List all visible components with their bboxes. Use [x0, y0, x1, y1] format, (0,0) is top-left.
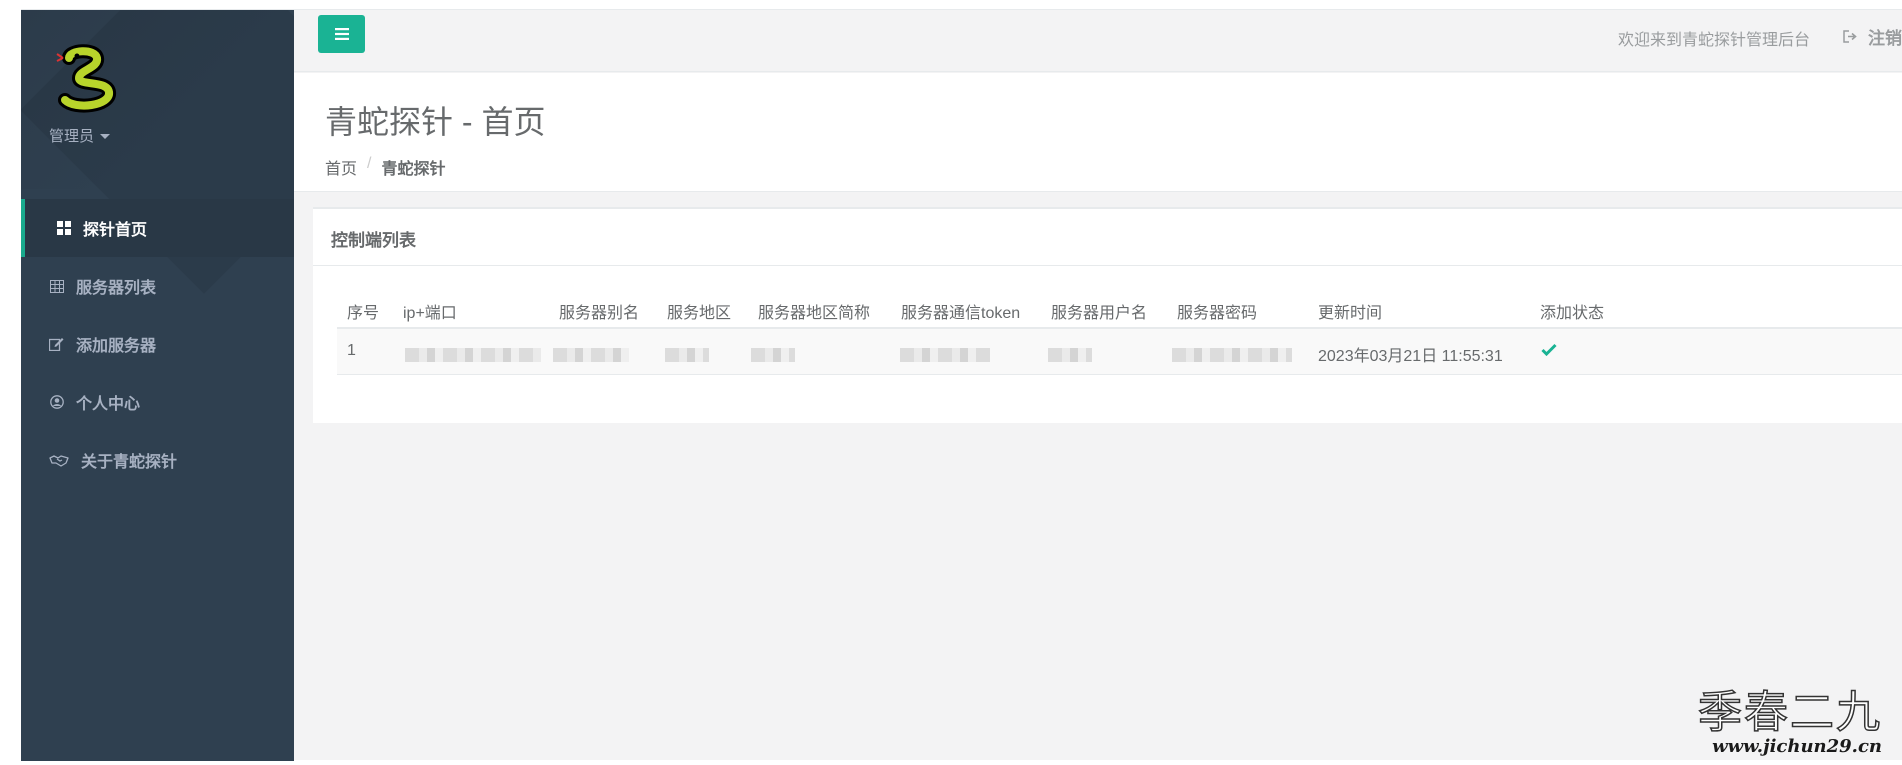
- sign-out-icon: [1843, 30, 1857, 43]
- redacted-username: [1048, 348, 1092, 362]
- column-header: 服务地区: [667, 305, 732, 322]
- redacted-ip-port: [405, 348, 541, 362]
- column-header: 服务器通信token: [901, 305, 1021, 322]
- menu-toggle-button[interactable]: [318, 15, 365, 53]
- logout-link[interactable]: 注销: [1843, 24, 1902, 49]
- redacted-alias: [553, 348, 629, 362]
- snake-logo-icon: [56, 44, 116, 113]
- edit-icon: [49, 337, 64, 352]
- breadcrumb: 首页 / 青蛇探针: [325, 155, 445, 179]
- page-heading: 青蛇探针 - 首页 首页 / 青蛇探针: [294, 73, 1902, 192]
- sidebar-item-profile[interactable]: 个人中心: [21, 373, 294, 431]
- watermark-url: www.jichun29.cn: [1712, 736, 1882, 757]
- caret-down-icon: [100, 134, 111, 139]
- panel-title: 控制端列表: [313, 209, 1902, 266]
- column-header: 更新时间: [1318, 305, 1383, 322]
- check-icon: [1541, 343, 1557, 356]
- row-index: 1: [347, 342, 356, 359]
- column-header: 服务器用户名: [1051, 305, 1148, 322]
- page-title: 青蛇探针 - 首页: [325, 104, 546, 140]
- sidebar-item-about[interactable]: 关于青蛇探针: [21, 431, 294, 489]
- breadcrumb-separator: /: [367, 155, 372, 172]
- breadcrumb-current: 青蛇探针: [381, 161, 446, 178]
- sidebar-item-add-server[interactable]: 添加服务器: [21, 315, 294, 373]
- controller-table: 序号 ip+端口 服务器别名 服务地区 服务器地区简称 服务器通信token 服…: [337, 287, 1902, 375]
- redacted-token: [900, 348, 990, 362]
- user-circle-icon: [49, 395, 64, 410]
- sidebar-nav: 探针首页 服务器列表 添加服务器 个人中心 关于青蛇探针: [21, 199, 294, 489]
- sidebar-item-label: 服务器列表: [76, 280, 157, 297]
- column-header: ip+端口: [403, 305, 457, 322]
- welcome-message: 欢迎来到青蛇探针管理后台: [1617, 32, 1810, 49]
- sidebar-item-home[interactable]: 探针首页: [21, 199, 294, 257]
- table-row[interactable]: 1 2023年03月21日 11:55:31: [337, 329, 1902, 375]
- sidebar-item-label: 探针首页: [83, 222, 148, 239]
- column-header: 服务器地区简称: [758, 305, 871, 322]
- app-frame: 管理员 探针首页 服务器列表 添加服务器 个人中心 关于青蛇探针 欢迎来到青蛇探…: [21, 9, 1902, 761]
- controller-list-panel: 控制端列表 序号 ip+端口 服务器别名 服务地区 服务器地区简称 服务器通信t…: [313, 207, 1902, 423]
- column-header: 服务器密码: [1177, 305, 1258, 322]
- breadcrumb-home[interactable]: 首页: [325, 155, 357, 179]
- sidebar-item-label: 个人中心: [76, 396, 141, 413]
- sidebar-item-server-list[interactable]: 服务器列表: [21, 257, 294, 315]
- watermark-text: 季春二九: [1697, 687, 1882, 738]
- watermark: 季春二九 www.jichun29.cn: [1697, 687, 1882, 757]
- column-header: 服务器别名: [559, 305, 640, 322]
- top-navbar: 欢迎来到青蛇探针管理后台 注销: [294, 10, 1902, 72]
- handshake-icon: [49, 453, 69, 468]
- dashboard-icon: [56, 221, 71, 236]
- redacted-region: [665, 348, 709, 362]
- table-header: 序号 ip+端口 服务器别名 服务地区 服务器地区简称 服务器通信token 服…: [337, 287, 1902, 329]
- column-header: 序号: [347, 305, 380, 322]
- sidebar: 管理员 探针首页 服务器列表 添加服务器 个人中心 关于青蛇探针: [21, 10, 294, 761]
- user-dropdown[interactable]: 管理员: [49, 125, 111, 146]
- user-name: 管理员: [49, 128, 95, 145]
- sidebar-item-label: 添加服务器: [76, 338, 157, 355]
- table-icon: [49, 279, 64, 294]
- redacted-password: [1172, 348, 1292, 362]
- redacted-region-short: [751, 348, 795, 362]
- bars-icon: [334, 28, 349, 40]
- logout-label: 注销: [1868, 29, 1902, 48]
- column-header: 添加状态: [1540, 305, 1605, 322]
- sidebar-item-label: 关于青蛇探针: [81, 454, 178, 471]
- row-updated-time: 2023年03月21日 11:55:31: [1318, 348, 1503, 365]
